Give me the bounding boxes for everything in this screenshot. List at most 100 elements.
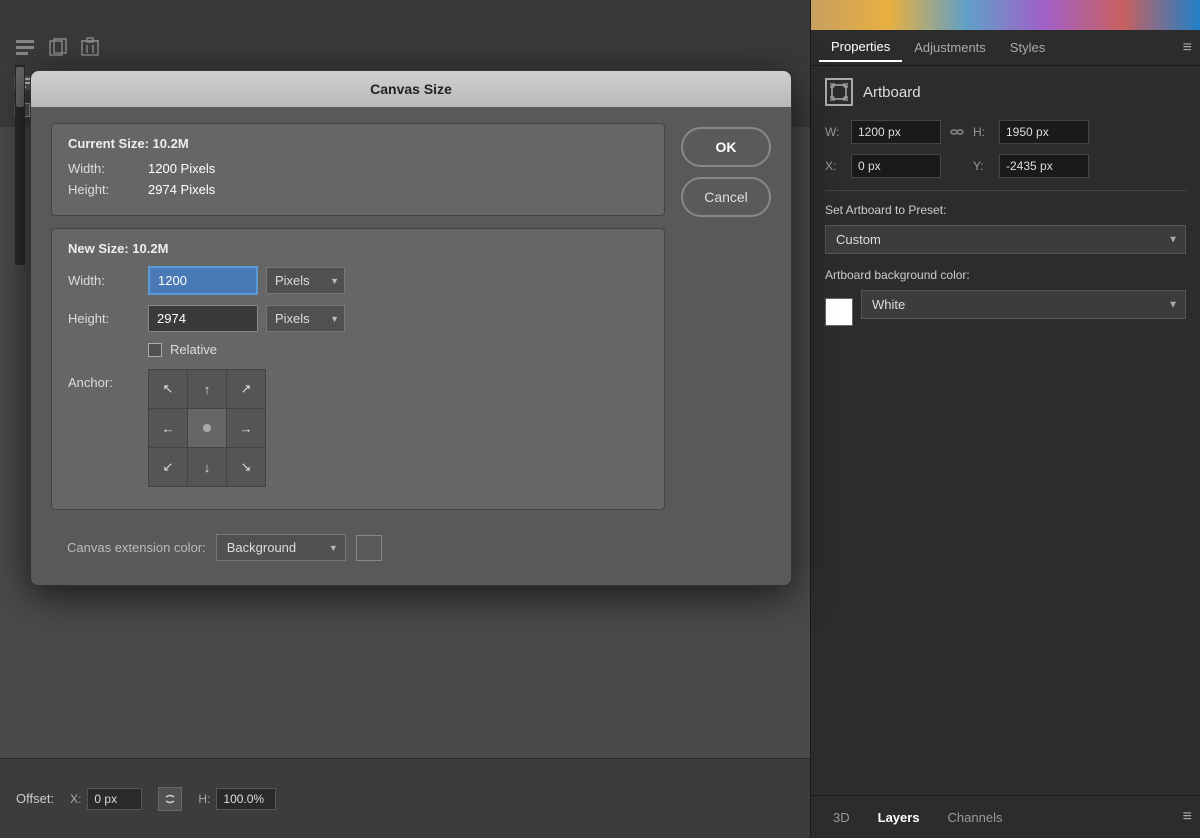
anchor-center[interactable] [188, 409, 226, 447]
current-size-section: Current Size: 10.2M Width: 1200 Pixels H… [51, 123, 665, 216]
extension-label: Canvas extension color: [67, 540, 206, 555]
current-width-label: Width: [68, 161, 148, 176]
h-input[interactable] [999, 120, 1089, 144]
new-height-row: Height: Pixels Percent Inches cm [68, 305, 648, 332]
xy-row: X: Y: [825, 154, 1186, 178]
percentage-input[interactable] [216, 788, 276, 810]
anchor-bottom-center[interactable]: ↓ [188, 448, 226, 486]
right-panel: Properties Adjustments Styles ≡ Artboard… [810, 0, 1200, 838]
arrow-bottom-left-icon: ↙ [163, 459, 174, 475]
list-scrollbar[interactable] [15, 65, 25, 265]
anchor-top-right[interactable]: ↗ [227, 370, 265, 408]
tab-3d[interactable]: 3D [819, 802, 864, 833]
anchor-middle-left[interactable]: ← [149, 409, 187, 447]
arrow-left-icon: ← [162, 421, 175, 436]
anchor-top-center[interactable]: ↑ [188, 370, 226, 408]
current-height-row: Height: 2974 Pixels [68, 182, 648, 197]
preset-dropdown-wrapper: Custom ▼ [825, 225, 1186, 254]
bg-color-label: Artboard background color: [825, 268, 1186, 282]
tab-adjustments[interactable]: Adjustments [902, 34, 998, 61]
dialog-title: Canvas Size [370, 81, 452, 97]
artboard-label: Artboard [863, 84, 921, 101]
x-coord-row: X: [70, 788, 142, 810]
arrow-top-left-icon: ↖ [163, 381, 174, 397]
menu-items [0, 33, 104, 61]
arrow-down-icon: ↓ [204, 460, 211, 475]
x-label: X: [825, 159, 845, 173]
panel-menu-icon[interactable]: ≡ [1183, 39, 1192, 57]
anchor-bottom-right[interactable]: ↘ [227, 448, 265, 486]
new-height-input[interactable] [148, 305, 258, 332]
height-unit-dropdown[interactable]: Pixels Percent Inches cm [266, 305, 345, 332]
extension-dropdown[interactable]: Background Foreground White Black Other.… [216, 534, 346, 561]
relative-checkbox[interactable] [148, 343, 162, 357]
tab-styles[interactable]: Styles [998, 34, 1057, 61]
arrow-top-right-icon: ↗ [241, 381, 252, 397]
anchor-label: Anchor: [68, 369, 148, 390]
w-input[interactable] [851, 120, 941, 144]
image-strip [811, 0, 1200, 30]
extension-color-swatch[interactable] [356, 535, 382, 561]
x-coord-input[interactable] [87, 788, 142, 810]
bg-color-row: White ▼ [825, 290, 1186, 333]
ok-button[interactable]: OK [681, 127, 771, 167]
width-unit-wrapper: Pixels Percent Inches cm [258, 267, 345, 294]
anchor-middle-right[interactable]: → [227, 409, 265, 447]
x-input[interactable] [851, 154, 941, 178]
tab-properties[interactable]: Properties [819, 33, 902, 62]
anchor-row: Anchor: ↖ ↑ ↗ [68, 369, 648, 487]
width-unit-dropdown[interactable]: Pixels Percent Inches cm [266, 267, 345, 294]
relative-label: Relative [170, 342, 217, 357]
bg-color-swatch[interactable] [825, 298, 853, 326]
new-size-title: New Size: 10.2M [68, 241, 648, 256]
artboard-header: Artboard [825, 78, 1186, 106]
link-icon[interactable] [947, 122, 967, 142]
preset-label: Set Artboard to Preset: [825, 203, 1186, 217]
h-label: H: [973, 125, 993, 139]
arrow-up-icon: ↑ [204, 382, 211, 397]
new-width-input[interactable] [148, 266, 258, 295]
bottom-tab-row: 3D Layers Channels ≡ [811, 796, 1200, 838]
divider [825, 190, 1186, 191]
new-width-label: Width: [68, 273, 148, 288]
anchor-bottom-left[interactable]: ↙ [149, 448, 187, 486]
y-input[interactable] [999, 154, 1089, 178]
copy-icon[interactable] [44, 33, 72, 61]
canvas-size-dialog: Canvas Size Current Size: 10.2M Width: 1… [30, 70, 792, 586]
w-label: W: [825, 125, 845, 139]
arrow-right-icon: → [240, 421, 253, 436]
top-bar [0, 0, 810, 65]
current-height-value: 2974 Pixels [148, 182, 215, 197]
preset-dropdown[interactable]: Custom [825, 225, 1186, 254]
link-button[interactable] [158, 787, 182, 811]
anchor-top-left[interactable]: ↖ [149, 370, 187, 408]
left-area: Layer Visibility Nudge Canvas Size Curre… [0, 0, 810, 838]
bg-color-dropdown[interactable]: White [861, 290, 1186, 319]
layer-visibility-icon[interactable] [12, 33, 40, 61]
dialog-body: Current Size: 10.2M Width: 1200 Pixels H… [31, 107, 791, 585]
dialog-titlebar: Canvas Size [31, 71, 791, 107]
list-scrollbar-thumb[interactable] [16, 67, 24, 107]
bottom-strip: Offset: X: H: [0, 758, 810, 838]
current-width-value: 1200 Pixels [148, 161, 215, 176]
artboard-section: Artboard W: H: X: Y: Set Artboard to Pre… [811, 66, 1200, 345]
extension-dropdown-wrapper: Background Foreground White Black Other.… [216, 534, 346, 561]
current-size-title: Current Size: 10.2M [68, 136, 648, 151]
new-height-label: Height: [68, 311, 148, 326]
arrow-bottom-right-icon: ↘ [241, 459, 252, 475]
tab-channels[interactable]: Channels [934, 802, 1017, 833]
tab-layers[interactable]: Layers [864, 802, 934, 833]
trash-icon[interactable] [76, 33, 104, 61]
extension-row: Canvas extension color: Background Foreg… [51, 522, 665, 569]
current-height-label: Height: [68, 182, 148, 197]
bg-color-dropdown-wrapper: White ▼ [861, 290, 1186, 319]
bottom-tab-menu-icon[interactable]: ≡ [1183, 808, 1192, 826]
relative-row: Relative [68, 342, 648, 357]
wh-row: W: H: [825, 120, 1186, 144]
anchor-grid: ↖ ↑ ↗ ← [148, 369, 266, 487]
current-width-row: Width: 1200 Pixels [68, 161, 648, 176]
percentage-row: H: [198, 788, 276, 810]
percentage-label: H: [198, 792, 210, 806]
cancel-button[interactable]: Cancel [681, 177, 771, 217]
new-size-section: New Size: 10.2M Width: Pixels Percent In… [51, 228, 665, 510]
